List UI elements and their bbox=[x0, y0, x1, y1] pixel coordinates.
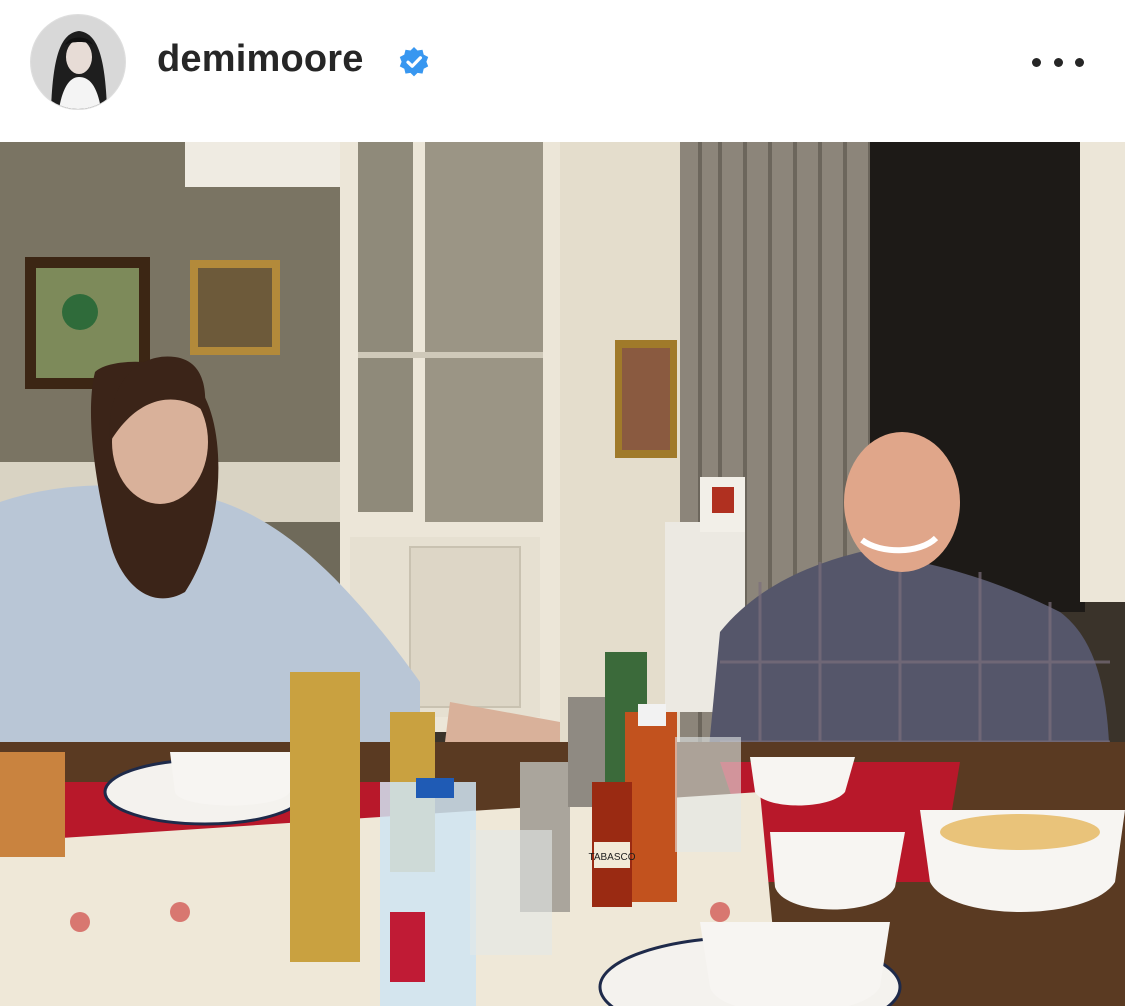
more-options-icon[interactable] bbox=[1032, 48, 1084, 76]
more-dot bbox=[1075, 57, 1084, 67]
copper-cup bbox=[0, 752, 65, 857]
avatar-photo bbox=[31, 15, 125, 109]
post-username[interactable]: demimoore bbox=[157, 38, 364, 81]
verified-badge-icon bbox=[399, 47, 429, 77]
more-dot bbox=[1053, 57, 1063, 67]
dinner-scene-image: TABASCO bbox=[0, 142, 1125, 1006]
bowl-left bbox=[170, 752, 300, 806]
pepper-mill bbox=[290, 672, 360, 962]
more-dot bbox=[1032, 57, 1041, 67]
sriracha-bottle bbox=[625, 712, 677, 902]
bowl-front bbox=[700, 922, 890, 1006]
post-photo[interactable]: TABASCO bbox=[0, 142, 1125, 1006]
water-glass bbox=[470, 830, 552, 955]
avatar[interactable] bbox=[31, 15, 125, 109]
tabasco-label: TABASCO bbox=[588, 852, 635, 863]
post-header: demimoore bbox=[0, 0, 1125, 142]
